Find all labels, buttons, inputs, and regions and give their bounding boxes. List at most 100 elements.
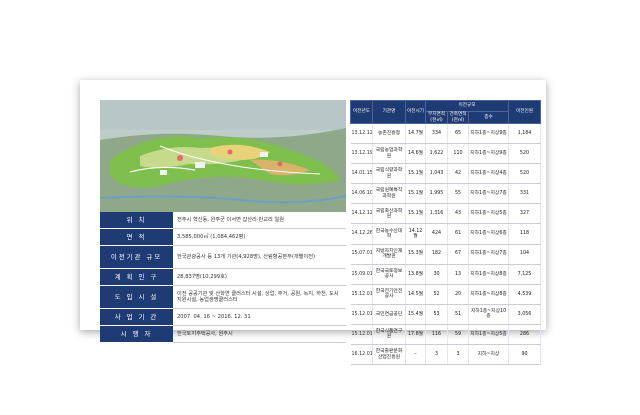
summary-row: 이전기관 규모 한국관광공사 등 13개 기관(4,928명), 산림항공본부(개… — [100, 245, 346, 269]
timing-cell: 15.4월 — [405, 304, 426, 325]
header-staff: 이전인원 — [508, 100, 541, 124]
timing-cell: 14.5월 — [405, 284, 426, 305]
date-cell: 15.07.01 — [350, 244, 373, 265]
table-row: 15.12.01 국민연금공단 15.4월 53 51 지하1층~지상10층 3,056 — [350, 304, 541, 325]
floors-cell: 지하1층~지상5층 — [468, 203, 509, 225]
table-row: 14.06.10 국립원예특작과학원 15.1월 1,995 55 지하1층~지상7층 33… — [350, 183, 541, 205]
org-cell: 한국전기안전공사 — [372, 284, 406, 305]
date-cell: 14.12.12 — [350, 203, 373, 225]
building-area-cell: 43 — [447, 203, 469, 225]
staff-cell: 327 — [508, 203, 541, 225]
date-cell: 13.12.19 — [350, 143, 373, 165]
date-cell: 16.12.01 — [350, 344, 373, 366]
land-area-cell: 424 — [425, 223, 448, 245]
floors-cell: 지하1층~지상8층 — [468, 264, 509, 285]
summary-label: 도 입 시 설 — [100, 285, 173, 309]
timing-cell: 15.1월 — [405, 183, 426, 205]
timing-cell: – — [405, 344, 426, 366]
table-row: 15.12.01 한국식품연구원 17.8월 116 59 지하1층~지상5층 286 — [350, 324, 541, 346]
org-cell: 국립축산과학원 — [372, 203, 406, 225]
summary-value: 전주시 혁신동, 완주군 이서면 갑산리·반교리 일원 — [173, 212, 346, 229]
header-land: 부지면적 (천㎡) — [425, 111, 448, 124]
table-row: 13.12.19 국립농업과학원 14.6월 1,622 110 지하1층~지상9층 520 — [350, 143, 541, 165]
land-area-cell: 182 — [425, 244, 448, 265]
building-area-cell: 110 — [447, 143, 469, 165]
header-building: 건축면적 (천㎡) — [447, 111, 469, 124]
summary-label: 이전기관 규모 — [100, 245, 173, 269]
date-cell: 15.12.01 — [350, 284, 373, 305]
summary-row: 면 적 3,585,000㎡ (1,084,462평) — [100, 228, 346, 246]
table-row: 14.12.26 한국농수산대학 14.12월 424 61 지하1층~지상6층 118 — [350, 223, 541, 245]
timing-cell: 13.8월 — [405, 264, 426, 285]
floors-cell: 지하1층~지상4층 — [468, 163, 509, 185]
timing-cell: 14.6월 — [405, 143, 426, 165]
summary-row: 도 입 시 설 이전 공공기관 및 산학연 클러스터 시설, 상업, 주거, 공원… — [100, 285, 346, 309]
floors-cell: 지하1층~지상10층 — [468, 304, 509, 325]
date-cell: 15.12.01 — [350, 324, 373, 346]
land-area-cell: 1,316 — [425, 203, 448, 225]
header-floors: 층수 — [468, 111, 509, 124]
staff-cell: 286 — [508, 324, 541, 346]
floors-cell: 지하1층~지상9층 — [468, 143, 509, 165]
header-timing: 이전시기 — [405, 100, 426, 124]
building-area-cell: 20 — [447, 284, 469, 305]
org-cell: 한국출판문화산업진흥원 — [372, 344, 406, 366]
staff-cell: 118 — [508, 223, 541, 245]
timing-cell: 14.12월 — [405, 223, 426, 245]
staff-cell: 4,539 — [508, 284, 541, 305]
floors-cell: 지하1층~지상7층 — [468, 183, 509, 205]
building-area-cell: 13 — [447, 264, 469, 285]
left-panel: 위 치 전주시 혁신동, 완주군 이서면 갑산리·반교리 일원 면 적 3,585,0… — [100, 100, 346, 343]
summary-value: 이전 공공기관 및 산학연 클러스터 시설, 상업, 주거, 공원, 녹지, 하… — [173, 285, 346, 309]
building-area-cell: 51 — [447, 304, 469, 325]
org-cell: 국립식량과학원 — [372, 163, 406, 185]
summary-label: 면 적 — [100, 228, 173, 246]
summary-value: 한국토지주택공사, 원주시 — [173, 325, 346, 343]
table-row: 14.12.12 국립축산과학원 15.1월 1,316 43 지하1층~지상5층 327 — [350, 203, 541, 225]
date-cell: 15.09.01 — [350, 264, 373, 285]
land-area-cell: 30 — [425, 264, 448, 285]
summary-label: 시 행 자 — [100, 325, 173, 343]
floors-cell: 지하1층~지상8층 — [468, 284, 509, 305]
building-area-cell: 59 — [447, 324, 469, 346]
land-area-cell: 334 — [425, 123, 448, 145]
table-row: 16.12.01 한국출판문화산업진흥원 –3 3 지하~지상 90 — [350, 344, 541, 366]
building-area-cell: 42 — [447, 163, 469, 185]
floors-cell: 지하1층~지상9층 — [468, 123, 509, 145]
org-cell: 농촌진흥청 — [372, 123, 406, 145]
summary-value: 2007. 04. 16 ~ 2016. 12. 31 — [173, 308, 346, 326]
org-cell: 한국농수산대학 — [372, 223, 406, 245]
floors-cell: 지하1층~지상5층 — [468, 324, 509, 346]
summary-label: 위 치 — [100, 212, 173, 229]
building-area-cell: 65 — [447, 123, 469, 145]
timing-cell: 15.1월 — [405, 163, 426, 185]
timing-cell: 15.1월 — [405, 203, 426, 225]
org-cell: 국민연금공단 — [372, 304, 406, 325]
building-area-cell: 3 — [447, 344, 469, 366]
land-area-cell: 3 — [425, 344, 448, 366]
building-area-cell: 67 — [447, 244, 469, 265]
table-row: 15.09.01 한국국토정보공사 13.8월 30 13 지하1층~지상8층 7,125 — [350, 264, 541, 285]
staff-cell: 520 — [508, 163, 541, 185]
date-cell: 14.06.10 — [350, 183, 373, 205]
summary-row: 사 업 기 간 2007. 04. 16 ~ 2016. 12. 31 — [100, 308, 346, 326]
aerial-plan-illustration — [100, 100, 346, 212]
building-area-cell: 55 — [447, 183, 469, 205]
land-area-cell: 1,995 — [425, 183, 448, 205]
table-row: 15.12.01 한국전기안전공사 14.5월 52 20 지하1층~지상8층 4,539 — [350, 284, 541, 305]
staff-cell: 3,056 — [508, 304, 541, 325]
table-row: 13.12.12 농촌진흥청 14.7월 334 65 지하1층~지상9층 1,184 — [350, 123, 541, 145]
timing-cell: 17.8월 — [405, 324, 426, 346]
staff-cell: 331 — [508, 183, 541, 205]
land-area-cell: 1,622 — [425, 143, 448, 165]
date-cell: 15.12.01 — [350, 304, 373, 325]
staff-cell: 520 — [508, 143, 541, 165]
timing-cell: 14.7월 — [405, 123, 426, 145]
org-cell: 국립농업과학원 — [372, 143, 406, 165]
staff-cell: 1,184 — [508, 123, 541, 145]
staff-cell: 7,125 — [508, 264, 541, 285]
timing-cell: 15.3월 — [405, 244, 426, 265]
summary-label: 계 획 인 구 — [100, 268, 173, 286]
summary-row: 시 행 자 한국토지주택공사, 원주시 — [100, 325, 346, 343]
header-scale: 이전규모 — [425, 100, 509, 112]
